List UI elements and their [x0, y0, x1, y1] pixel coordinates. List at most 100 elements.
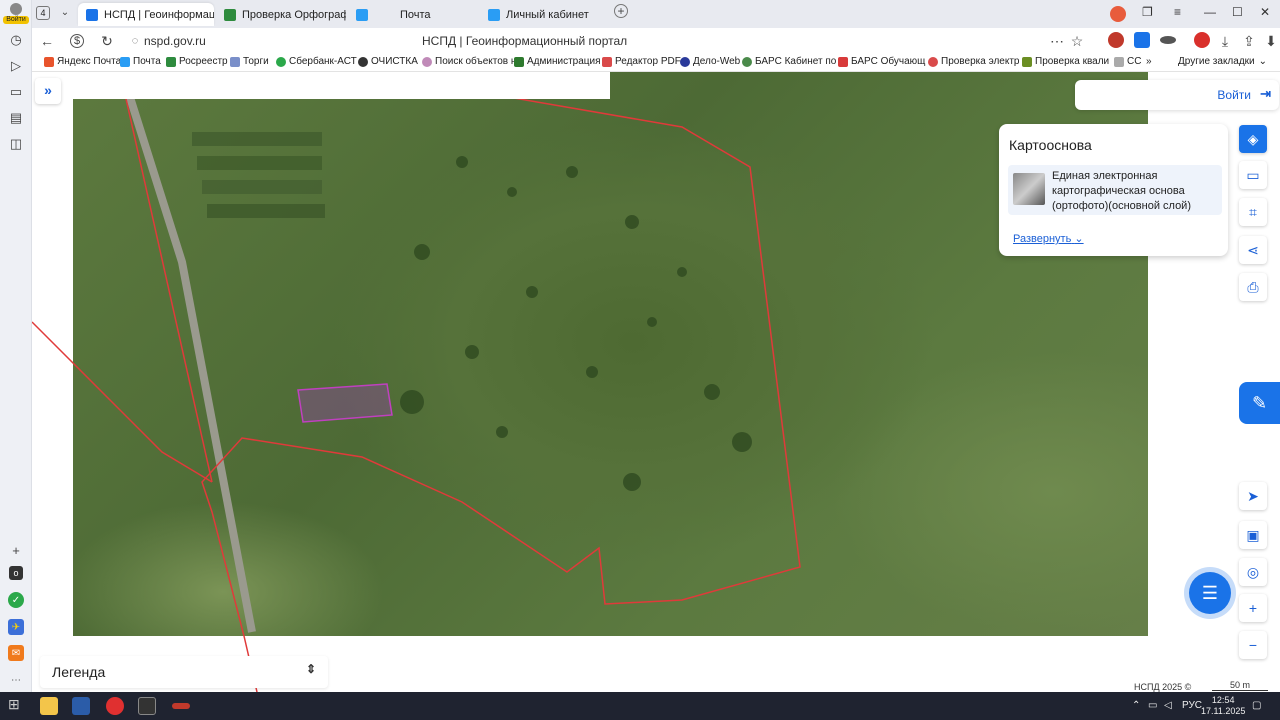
screenshot-icon[interactable]: ◫	[6, 134, 26, 154]
bookmark-item[interactable]: Сбербанк-АСТ	[276, 56, 357, 67]
url-field[interactable]: nspd.gov.ru	[144, 34, 206, 48]
history-icon[interactable]: ◷	[6, 30, 26, 50]
share-icon[interactable]: ⇪	[1240, 32, 1258, 50]
layer-thumbnail	[1013, 173, 1045, 205]
app-o-icon[interactable]: o	[9, 566, 23, 580]
location-search-icon[interactable]: ◎	[1239, 558, 1267, 586]
layers-tool-icon[interactable]: ◈	[1239, 125, 1267, 153]
map-view[interactable]: » Войти ⇥ Картооснова Единая электронная…	[32, 72, 1280, 692]
tab-mail[interactable]: Почта	[348, 3, 478, 26]
tab-nspd[interactable]: НСПД | Геоинформац ✕	[78, 3, 214, 26]
basemap-panel: Картооснова Единая электронная картограф…	[999, 124, 1228, 256]
tab-orthography[interactable]: Проверка Орфографии и	[216, 3, 346, 26]
minimize-icon[interactable]: —	[1204, 5, 1216, 19]
download-icon[interactable]: ⬇	[1262, 32, 1280, 50]
selected-parcel[interactable]	[297, 383, 393, 423]
volume-icon[interactable]: ◁	[1164, 700, 1172, 711]
more-options-icon[interactable]: ⋯	[1048, 32, 1066, 50]
word-icon[interactable]	[72, 697, 90, 715]
bookmark-item[interactable]: ОЧИСТКА	[358, 56, 418, 67]
new-tab-icon[interactable]: +	[614, 4, 628, 18]
bookmark-item[interactable]: Администрация	[514, 56, 601, 67]
yandex-ya-icon[interactable]: $	[70, 34, 84, 48]
reload-icon[interactable]: ↻	[98, 32, 116, 50]
network-icon[interactable]: ▭	[1148, 700, 1157, 711]
extension-icon[interactable]	[1110, 6, 1126, 22]
layer-name: Единая электронная картографическая осно…	[1052, 170, 1191, 212]
login-button[interactable]: Войти ⇥	[1075, 80, 1279, 110]
basemap-layer-item[interactable]: Единая электронная картографическая осно…	[1008, 165, 1222, 215]
tab-cabinet[interactable]: Личный кабинет	[480, 3, 610, 26]
bookmark-label: Почта	[133, 56, 161, 67]
bookmark-item[interactable]: Редактор PDF	[602, 56, 681, 67]
minimap-icon[interactable]: ▣	[1239, 521, 1267, 549]
bookmark-manager-icon[interactable]: ❐	[1142, 5, 1153, 19]
administration-icon	[514, 56, 524, 67]
zoom-out-button[interactable]: −	[1239, 631, 1267, 659]
notifications-icon[interactable]: ▢	[1252, 700, 1261, 711]
search-panel[interactable]	[73, 72, 610, 99]
shield-icon[interactable]: ◌	[126, 32, 144, 50]
language-indicator[interactable]: РУС	[1182, 700, 1202, 711]
copyright: НСПД 2025 ©	[1134, 682, 1192, 692]
extension-grey-icon[interactable]	[1160, 36, 1176, 44]
add-panel-icon[interactable]: +	[6, 540, 26, 560]
yandex-browser-icon[interactable]	[106, 697, 124, 715]
chevron-down-icon[interactable]: ⌄	[56, 4, 74, 22]
bookmark-item[interactable]: Почта	[120, 56, 161, 67]
bookmark-item[interactable]: СС	[1114, 56, 1141, 67]
other-bookmarks[interactable]: Другие закладки ⌄	[1178, 56, 1267, 67]
plane-icon[interactable]: ✈	[8, 619, 24, 635]
share-icon[interactable]: ⋖	[1239, 236, 1267, 264]
play-icon[interactable]: ▷	[6, 56, 26, 76]
legend-panel[interactable]: Легенда ⇕	[40, 656, 328, 688]
bookmark-label: ОЧИСТКА	[371, 56, 418, 67]
counter-icon[interactable]: ▭	[6, 82, 26, 102]
bookmark-icon[interactable]: ☆	[1068, 32, 1086, 50]
terminal-icon[interactable]	[138, 697, 156, 715]
select-area-icon[interactable]: ⌗	[1239, 198, 1267, 226]
tray-arrow-icon[interactable]: ⌃	[1132, 700, 1140, 711]
expand-sidebar-button[interactable]: »	[35, 78, 61, 104]
bookmark-item[interactable]: Дело-Web	[680, 56, 740, 67]
close-window-icon[interactable]: ✕	[1260, 5, 1270, 19]
bookmark-item[interactable]: Росреестр	[166, 56, 228, 67]
chat-button-icon[interactable]: ☰	[1189, 572, 1231, 614]
tab-label: НСПД | Геоинформац	[104, 8, 214, 21]
more-bookmarks[interactable]: »	[1146, 56, 1152, 67]
check-icon[interactable]: ✓	[8, 592, 24, 608]
bookmark-item[interactable]: Проверка квали	[1022, 56, 1109, 67]
tab-count-badge[interactable]: 4	[36, 6, 50, 20]
back-icon[interactable]: ←	[38, 32, 56, 50]
bookmark-item[interactable]: БАРС Кабинет по	[742, 56, 836, 67]
notes-icon[interactable]: ▤	[6, 108, 26, 128]
bookmark-item[interactable]: Торги	[230, 56, 269, 67]
profile-icon	[10, 3, 22, 15]
bookmark-item[interactable]: Яндекс Почта	[44, 56, 121, 67]
feedback-badge-icon[interactable]: ✎	[1239, 382, 1280, 424]
bookmark-item[interactable]: БАРС Обучающ	[838, 56, 925, 67]
maximize-icon[interactable]: ☐	[1232, 5, 1243, 19]
profile-button[interactable]: Войти	[3, 3, 29, 25]
downloads-icon[interactable]: ⤓	[1216, 32, 1234, 50]
more-icon[interactable]: ⋯	[6, 670, 26, 690]
extension-blue-icon[interactable]	[1134, 32, 1150, 48]
extension-red-icon[interactable]	[1108, 32, 1124, 48]
menu-icon[interactable]: ≡	[1174, 5, 1181, 19]
expand-link[interactable]: Развернуть ⌄	[1013, 232, 1084, 245]
start-icon[interactable]: ⊞	[8, 696, 26, 714]
geolocation-icon[interactable]: ➤	[1239, 482, 1267, 510]
bookmark-item[interactable]: Поиск объектов н	[422, 56, 516, 67]
login-label: Войти	[1217, 88, 1251, 102]
app-red-icon[interactable]	[172, 703, 190, 709]
print-icon[interactable]: ⎙	[1239, 273, 1267, 301]
explorer-icon[interactable]	[40, 697, 58, 715]
adblock-icon[interactable]	[1194, 32, 1210, 48]
mail-app-icon[interactable]: ✉	[8, 645, 24, 661]
ruler-icon[interactable]: ▭	[1239, 161, 1267, 189]
bookmark-item[interactable]: Проверка электр	[928, 56, 1019, 67]
zoom-in-button[interactable]: +	[1239, 594, 1267, 622]
tab-label: Почта	[400, 8, 431, 21]
boundary-line-west[interactable]	[32, 321, 213, 483]
clock[interactable]: 12:54 17.11.2025	[1201, 695, 1245, 717]
